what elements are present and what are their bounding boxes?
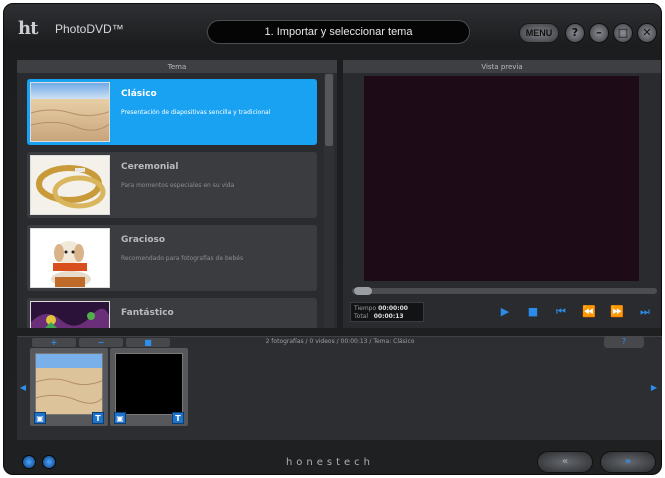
theme-description: Presentación de diapositivas sencilla y … <box>121 109 271 116</box>
rings-thumbnail <box>30 155 110 215</box>
seek-handle[interactable] <box>354 287 372 295</box>
time-display: Tiempo 00:00:00 Total 00:00:13 <box>350 302 424 322</box>
seek-bar[interactable] <box>352 288 657 294</box>
app-title: PhotoDVD™ <box>55 22 124 36</box>
skip-start-icon[interactable]: ⏮ <box>554 305 568 319</box>
back-button[interactable]: « <box>537 451 593 473</box>
preview-heading: Vista previa <box>343 60 661 74</box>
tema-heading: Tema <box>17 60 337 74</box>
video-preview <box>364 76 639 281</box>
theme-item-clasico[interactable]: Clásico Presentación de diapositivas sen… <box>27 79 317 145</box>
transition-icon[interactable]: ▣ <box>34 412 46 424</box>
next-button[interactable]: » <box>600 451 656 473</box>
close-button[interactable]: ✕ <box>637 23 657 43</box>
skip-end-icon[interactable]: ⏭ <box>638 305 652 319</box>
scroll-left-icon[interactable]: ◀ <box>19 380 27 396</box>
sand-thumbnail <box>30 82 110 142</box>
honestech-logo-icon: ht <box>18 18 38 39</box>
transition-icon[interactable]: ▣ <box>114 412 126 424</box>
time-value: 00:00:00 <box>378 305 408 312</box>
total-label: Total <box>354 313 369 320</box>
indicator-icon <box>42 455 56 469</box>
add-photo-button[interactable]: + <box>32 338 76 347</box>
fantasy-thumbnail <box>30 301 110 328</box>
theme-description: Recomendado para fotografías de bebés <box>121 255 244 262</box>
time-label: Tiempo <box>354 305 377 312</box>
text-icon[interactable]: T <box>92 412 104 424</box>
help-button[interactable]: ? <box>565 23 585 43</box>
timeline-slot[interactable]: ▣ T <box>30 348 108 426</box>
play-icon[interactable]: ▶ <box>498 305 512 319</box>
timeline-info: 2 fotografías / 0 videos / 00:00:13 / Te… <box>265 338 415 345</box>
theme-list: Clásico Presentación de diapositivas sen… <box>17 73 337 328</box>
theme-name: Clásico <box>121 89 157 99</box>
theme-name: Ceremonial <box>121 162 179 172</box>
timeline-slot[interactable]: ▣ T <box>110 348 188 426</box>
stop-button[interactable]: ■ <box>126 338 170 347</box>
stop-icon[interactable]: ■ <box>526 305 540 319</box>
brand-text: honestech <box>285 457 375 468</box>
restore-button[interactable]: □ <box>613 23 633 43</box>
photo-thumbnail <box>115 353 183 415</box>
total-value: 00:00:13 <box>373 313 404 320</box>
theme-name: Fantástico <box>121 308 174 318</box>
remove-photo-button[interactable]: − <box>79 338 123 347</box>
photo-thumbnail <box>35 353 103 415</box>
timeline-help-button[interactable]: ? <box>604 336 644 348</box>
scroll-right-icon[interactable]: ▶ <box>650 380 658 396</box>
theme-item-gracioso[interactable]: Gracioso Recomendado para fotografías de… <box>27 225 317 291</box>
theme-item-ceremonial[interactable]: Ceremonial Para momentos especiales en s… <box>27 152 317 218</box>
menu-button[interactable]: MENU <box>519 23 559 43</box>
text-icon[interactable]: T <box>172 412 184 424</box>
theme-description: Para momentos especiales en su vida <box>121 182 235 189</box>
minimize-button[interactable]: – <box>589 23 609 43</box>
theme-scrollbar-thumb[interactable] <box>325 74 333 146</box>
step-title: 1. Importar y seleccionar tema <box>207 20 470 44</box>
indicator-icon <box>22 455 36 469</box>
fast-forward-icon[interactable]: ⏩ <box>610 305 624 319</box>
theme-name: Gracioso <box>121 235 166 245</box>
puppy-thumbnail <box>30 228 110 288</box>
rewind-icon[interactable]: ⏪ <box>582 305 596 319</box>
theme-item-fantastico[interactable]: Fantástico <box>27 298 317 328</box>
